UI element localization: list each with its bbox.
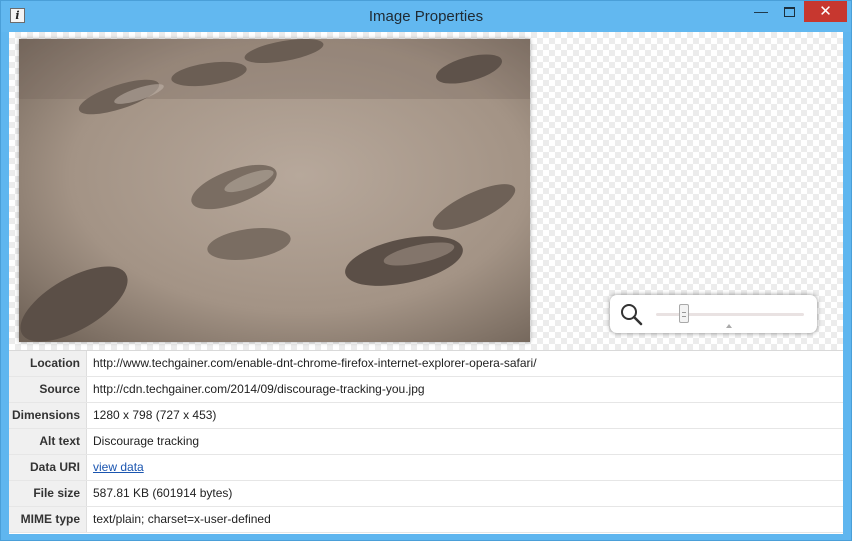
image-preview-area [9,32,843,350]
zoom-slider-handle[interactable] [679,304,690,323]
alt-text-label: Alt text [9,429,87,454]
location-label: Location [9,351,87,376]
property-row-alt-text: Alt text Discourage tracking [9,429,843,455]
property-row-file-size: File size 587.81 KB (601914 bytes) [9,481,843,507]
mime-type-value: text/plain; charset=x-user-defined [93,512,271,526]
dimensions-label: Dimensions [9,403,87,428]
title-bar[interactable]: Image Properties i — ✕ [1,1,851,32]
property-row-data-uri: Data URI view data [9,455,843,481]
preview-image [19,39,530,342]
maximize-button[interactable] [775,1,803,22]
source-label: Source [9,377,87,402]
minimize-button[interactable]: — [747,1,775,22]
maximize-icon [783,7,795,18]
data-uri-label: Data URI [9,455,87,480]
file-size-label: File size [9,481,87,506]
source-value[interactable]: http://cdn.techgainer.com/2014/09/discou… [93,377,425,402]
dimensions-value: 1280 x 798 (727 x 453) [93,408,217,422]
property-row-source: Source http://cdn.techgainer.com/2014/09… [9,377,843,403]
zoom-control [610,295,817,333]
dialog-content: Location http://www.techgainer.com/enabl… [9,32,843,534]
magnifier-icon[interactable] [619,302,643,326]
location-value[interactable]: http://www.techgainer.com/enable-dnt-chr… [93,351,537,376]
property-row-location: Location http://www.techgainer.com/enabl… [9,351,843,377]
window-title: Image Properties [368,8,484,25]
property-row-mime-type: MIME type text/plain; charset=x-user-def… [9,507,843,533]
image-properties-window: Image Properties i — ✕ Location http://w… [0,0,852,541]
file-size-value: 587.81 KB (601914 bytes) [93,486,233,500]
close-button[interactable]: ✕ [804,1,847,22]
info-icon[interactable]: i [10,8,25,23]
mime-type-label: MIME type [9,507,87,532]
alt-text-value: Discourage tracking [93,434,200,448]
property-row-dimensions: Dimensions 1280 x 798 (727 x 453) [9,403,843,429]
zoom-slider-tick-icon [726,324,732,328]
view-data-link[interactable]: view data [93,455,144,480]
properties-table: Location http://www.techgainer.com/enabl… [9,350,843,535]
